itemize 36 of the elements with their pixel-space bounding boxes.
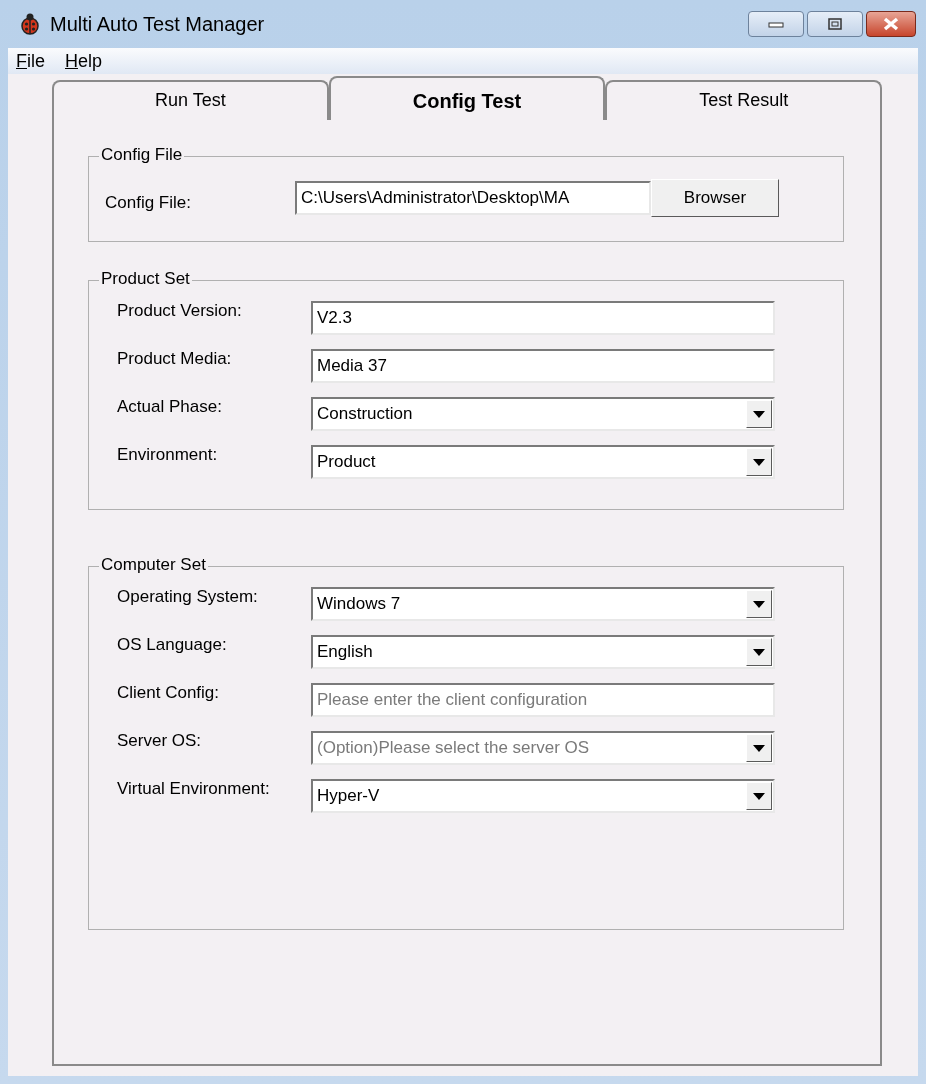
tab[interactable]: Config Test: [328, 76, 606, 120]
text-field[interactable]: V2.3: [311, 301, 775, 335]
dropdown-field[interactable]: English: [311, 635, 775, 669]
text-field[interactable]: Please enter the client configuration: [311, 683, 775, 717]
text-field[interactable]: Media 37: [311, 349, 775, 383]
group-title: Config File: [99, 145, 185, 165]
close-icon: [882, 17, 900, 31]
minimize-button[interactable]: [748, 11, 804, 37]
dropdown-field[interactable]: Windows 7: [311, 587, 775, 621]
field-label: Product Media:: [117, 349, 233, 369]
close-button[interactable]: [866, 11, 916, 37]
field-label: Actual Phase:: [117, 397, 223, 417]
restore-icon: [827, 17, 843, 31]
restore-button[interactable]: [807, 11, 863, 37]
window-title: Multi Auto Test Manager: [50, 12, 265, 36]
bug-icon: [18, 12, 42, 36]
dropdown-field[interactable]: Product: [311, 445, 775, 479]
tab[interactable]: Test Result: [605, 80, 882, 120]
menu-item[interactable]: Help: [65, 50, 103, 72]
browse-button[interactable]: Browser: [651, 179, 779, 217]
field-label: Operating System:: [117, 587, 259, 607]
path-field[interactable]: C:\Users\Administrator\Desktop\MA: [295, 181, 651, 215]
tab[interactable]: Run Test: [52, 80, 329, 120]
field-label: Product Version:: [117, 301, 243, 321]
field-label: Server OS:: [117, 731, 203, 751]
field-label: Config File:: [105, 193, 192, 213]
dropdown-field[interactable]: Hyper-V: [311, 779, 775, 813]
field-label: Virtual Environment:: [117, 779, 271, 799]
field-label: Client Config:: [117, 683, 221, 703]
field-label: Environment:: [117, 445, 219, 465]
group-title: Computer Set: [99, 555, 208, 575]
field-label: OS Language:: [117, 635, 228, 655]
minimize-icon: [768, 20, 784, 28]
dropdown-field[interactable]: (Option)Please select the server OS: [311, 731, 775, 765]
menu-item[interactable]: File: [16, 50, 45, 72]
dropdown-field[interactable]: Construction: [311, 397, 775, 431]
